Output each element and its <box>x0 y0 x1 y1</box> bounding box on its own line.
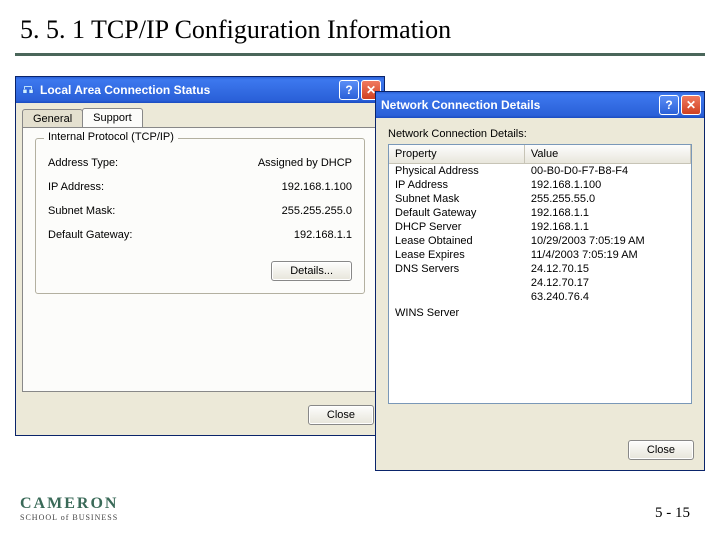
kv-value: Assigned by DHCP <box>258 157 352 169</box>
slide-title: 5. 5. 1 TCP/IP Configuration Information <box>0 0 720 53</box>
kv-value: 192.168.1.100 <box>282 181 352 193</box>
col-property[interactable]: Property <box>389 145 525 164</box>
details-button[interactable]: Details... <box>271 261 352 281</box>
status-window: Local Area Connection Status ? ✕ General… <box>15 76 385 436</box>
page-number: 5 - 15 <box>655 505 690 522</box>
cell-property: IP Address <box>389 178 525 192</box>
cell-property <box>389 276 525 290</box>
grid-row[interactable]: DHCP Server192.168.1.1 <box>389 220 691 234</box>
tcpip-group: Internal Protocol (TCP/IP) Address Type:… <box>35 138 365 294</box>
title-divider <box>15 53 705 56</box>
logo-main: CAMERON <box>20 495 118 513</box>
support-panel: Internal Protocol (TCP/IP) Address Type:… <box>22 127 378 392</box>
cell-property: WINS Server <box>389 306 525 320</box>
grid-row[interactable]: Default Gateway192.168.1.1 <box>389 206 691 220</box>
grid-row[interactable]: Lease Expires11/4/2003 7:05:19 AM <box>389 248 691 262</box>
kv-label: Default Gateway: <box>48 229 132 241</box>
grid-body: Physical Address00-B0-D0-F7-B8-F4IP Addr… <box>389 164 691 320</box>
cell-property: Lease Obtained <box>389 234 525 248</box>
group-legend: Internal Protocol (TCP/IP) <box>44 131 178 143</box>
kv-label: IP Address: <box>48 181 104 193</box>
grid-row[interactable]: 63.240.76.4 <box>389 290 691 304</box>
cell-property: DNS Servers <box>389 262 525 276</box>
cell-property: Subnet Mask <box>389 192 525 206</box>
details-titlebar[interactable]: Network Connection Details ? ✕ <box>376 92 704 118</box>
cell-value: 63.240.76.4 <box>525 290 691 304</box>
col-value[interactable]: Value <box>525 145 691 164</box>
grid-row[interactable]: DNS Servers24.12.70.15 <box>389 262 691 276</box>
cell-property: Lease Expires <box>389 248 525 262</box>
grid-row[interactable]: Physical Address00-B0-D0-F7-B8-F4 <box>389 164 691 178</box>
cell-value: 00-B0-D0-F7-B8-F4 <box>525 164 691 178</box>
cell-value <box>525 306 691 320</box>
status-button-row: Close <box>308 405 374 425</box>
kv-label: Address Type: <box>48 157 118 169</box>
kv-row: Subnet Mask: 255.255.255.0 <box>48 199 352 223</box>
cell-value: 192.168.1.1 <box>525 206 691 220</box>
grid-row[interactable]: WINS Server <box>389 306 691 320</box>
logo: CAMERON SCHOOL of BUSINESS <box>20 495 118 522</box>
kv-table: Address Type: Assigned by DHCP IP Addres… <box>48 151 352 247</box>
connection-icon <box>21 83 35 97</box>
details-title-text: Network Connection Details <box>381 98 659 112</box>
kv-value: 255.255.255.0 <box>282 205 352 217</box>
screenshot-area: Local Area Connection Status ? ✕ General… <box>15 76 705 476</box>
close-button[interactable]: Close <box>308 405 374 425</box>
status-titlebar[interactable]: Local Area Connection Status ? ✕ <box>16 77 384 103</box>
cell-value: 192.168.1.1 <box>525 220 691 234</box>
logo-sub: SCHOOL of BUSINESS <box>20 513 118 522</box>
kv-value: 192.168.1.1 <box>294 229 352 241</box>
help-button[interactable]: ? <box>339 80 359 100</box>
slide-footer: CAMERON SCHOOL of BUSINESS 5 - 15 <box>0 495 720 522</box>
cell-value: 24.12.70.17 <box>525 276 691 290</box>
cell-value: 192.168.1.100 <box>525 178 691 192</box>
cell-value: 10/29/2003 7:05:19 AM <box>525 234 691 248</box>
grid-row[interactable]: IP Address192.168.1.100 <box>389 178 691 192</box>
cell-property: Default Gateway <box>389 206 525 220</box>
kv-row: IP Address: 192.168.1.100 <box>48 175 352 199</box>
details-window: Network Connection Details ? ✕ Network C… <box>375 91 705 471</box>
cell-value: 11/4/2003 7:05:19 AM <box>525 248 691 262</box>
help-button[interactable]: ? <box>659 95 679 115</box>
close-button[interactable]: Close <box>628 440 694 460</box>
details-grid: Property Value Physical Address00-B0-D0-… <box>388 144 692 404</box>
close-icon[interactable]: ✕ <box>681 95 701 115</box>
status-title-text: Local Area Connection Status <box>40 83 339 97</box>
kv-row: Address Type: Assigned by DHCP <box>48 151 352 175</box>
kv-label: Subnet Mask: <box>48 205 115 217</box>
grid-header: Property Value <box>389 145 691 164</box>
tab-support[interactable]: Support <box>82 108 143 127</box>
cell-value: 255.255.55.0 <box>525 192 691 206</box>
cell-property: DHCP Server <box>389 220 525 234</box>
tabstrip: General Support <box>22 108 378 127</box>
grid-row[interactable]: 24.12.70.17 <box>389 276 691 290</box>
tab-general[interactable]: General <box>22 109 83 128</box>
details-body: Network Connection Details: Property Val… <box>376 118 704 470</box>
grid-row[interactable]: Lease Obtained10/29/2003 7:05:19 AM <box>389 234 691 248</box>
grid-row[interactable]: Subnet Mask255.255.55.0 <box>389 192 691 206</box>
kv-row: Default Gateway: 192.168.1.1 <box>48 223 352 247</box>
cell-property: Physical Address <box>389 164 525 178</box>
cell-property <box>389 290 525 304</box>
cell-value: 24.12.70.15 <box>525 262 691 276</box>
details-caption: Network Connection Details: <box>388 128 692 140</box>
